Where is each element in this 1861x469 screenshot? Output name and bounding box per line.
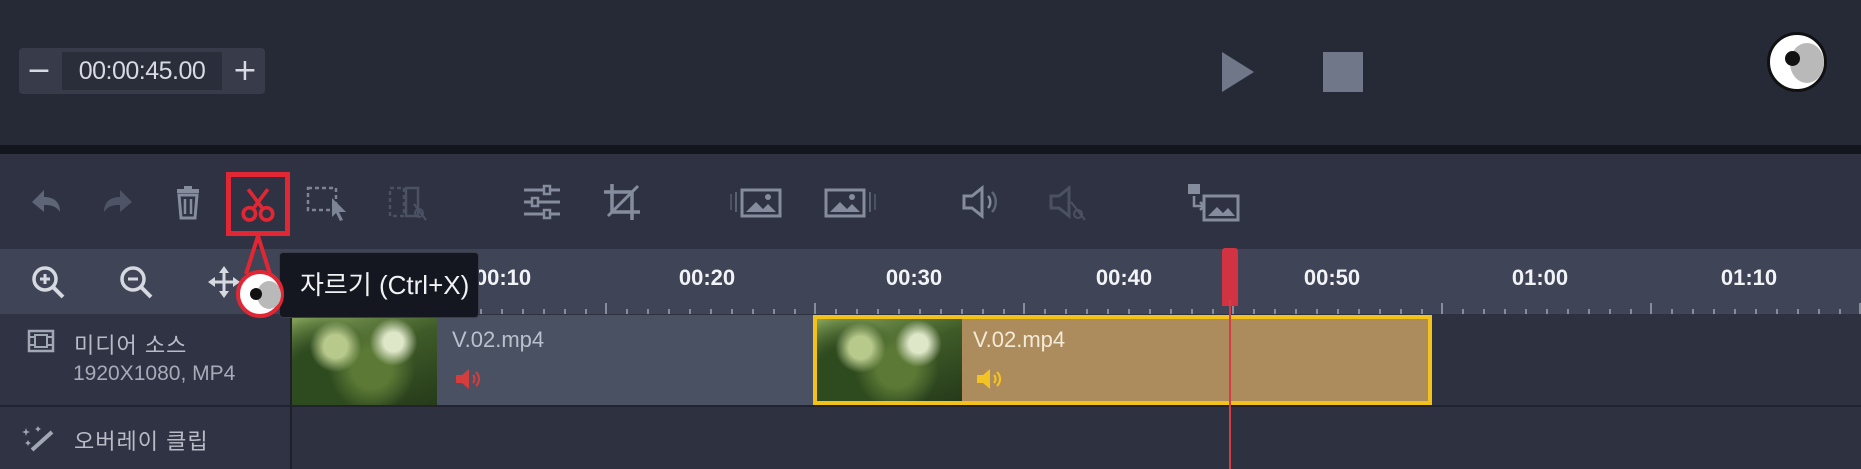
preview-bar [0, 0, 1861, 145]
split-clip-button[interactable] [386, 180, 430, 224]
scissors-icon [241, 188, 275, 222]
replace-media-icon [1188, 184, 1240, 222]
playhead-handle[interactable] [1222, 248, 1238, 306]
speaker-icon [456, 369, 481, 389]
playhead-line [1229, 300, 1231, 469]
fade-out-button[interactable] [822, 180, 878, 224]
film-icon [27, 329, 55, 353]
ruler-label: 00:40 [1095, 265, 1153, 290]
mouse-cursor-icon [1767, 32, 1827, 92]
media-track-subtitle: 1920X1080, MP4 [73, 362, 236, 385]
zoom-in-button[interactable] [30, 264, 66, 300]
timeline-clip[interactable]: V.02.mp4 [292, 315, 814, 405]
fade-in-image-icon [730, 188, 782, 218]
mouse-cursor-icon [236, 270, 284, 318]
fade-in-button[interactable] [728, 180, 784, 224]
magic-wand-icon [22, 426, 54, 452]
undo-icon [32, 190, 60, 212]
speaker-icon [977, 369, 1002, 389]
time-value-field[interactable]: 00:00:45.00 [62, 52, 222, 90]
zoom-in-icon [32, 266, 65, 299]
adjust-button[interactable] [520, 180, 564, 224]
cut-button[interactable] [226, 172, 290, 236]
crop-icon [604, 184, 640, 220]
stop-button[interactable] [1323, 52, 1363, 92]
clip-name: V.02.mp4 [452, 327, 545, 352]
media-track-header[interactable]: 미디어 소스 1920X1080, MP4 [0, 314, 290, 406]
video-editor-panel: − 00:00:45.00 + 00:10 00:20 00:30 00:40 … [0, 0, 1861, 469]
adjust-sliders-icon [524, 184, 560, 220]
split-audio-button[interactable] [1045, 180, 1089, 224]
volume-button[interactable] [958, 180, 1002, 224]
increase-time-button[interactable]: + [225, 48, 265, 94]
clip-thumbnail [817, 319, 962, 401]
select-region-icon [306, 186, 346, 221]
split-disabled-icon [388, 186, 427, 221]
media-track-title: 미디어 소스 [74, 333, 188, 358]
stop-icon [1323, 52, 1363, 92]
play-icon [1222, 52, 1254, 92]
ruler-label: 01:10 [1720, 265, 1778, 290]
select-region-button[interactable] [306, 180, 350, 224]
clip-thumbnail [292, 315, 437, 405]
ruler-label: 00:30 [885, 265, 943, 290]
ruler-label: 00:20 [678, 265, 736, 290]
crop-button[interactable] [600, 180, 644, 224]
ruler-label: 00:10 [474, 265, 532, 290]
delete-button[interactable] [166, 180, 210, 224]
overlay-track-title: 오버레이 클립 [74, 429, 209, 454]
track-divider [0, 405, 1861, 407]
ruler-label: 00:50 [1303, 265, 1361, 290]
timeline-clip-selected[interactable]: V.02.mp4 [813, 315, 1432, 405]
decrease-time-button[interactable]: − [19, 48, 59, 94]
replace-media-button[interactable] [1186, 180, 1242, 224]
redo-icon [104, 190, 132, 212]
ruler-ticks [292, 303, 1861, 315]
mute-split-icon [1049, 184, 1086, 221]
cut-tooltip: 자르기 (Ctrl+X) [279, 252, 479, 318]
play-button[interactable] [1216, 48, 1258, 96]
track-header-panel: 미디어 소스 1920X1080, MP4 오버레이 클립 [0, 314, 292, 469]
fade-out-image-icon [824, 188, 876, 218]
redo-button[interactable] [96, 180, 140, 224]
overlay-track-header[interactable]: 오버레이 클립 [0, 408, 290, 469]
time-stepper: − 00:00:45.00 + [19, 48, 265, 94]
zoom-out-button[interactable] [118, 264, 154, 300]
clip-name: V.02.mp4 [973, 327, 1066, 352]
undo-button[interactable] [24, 180, 68, 224]
zoom-out-icon [120, 266, 153, 299]
trash-icon [177, 186, 199, 220]
ruler-label: 01:00 [1511, 265, 1569, 290]
volume-icon [962, 184, 997, 220]
preview-divider [0, 145, 1861, 154]
